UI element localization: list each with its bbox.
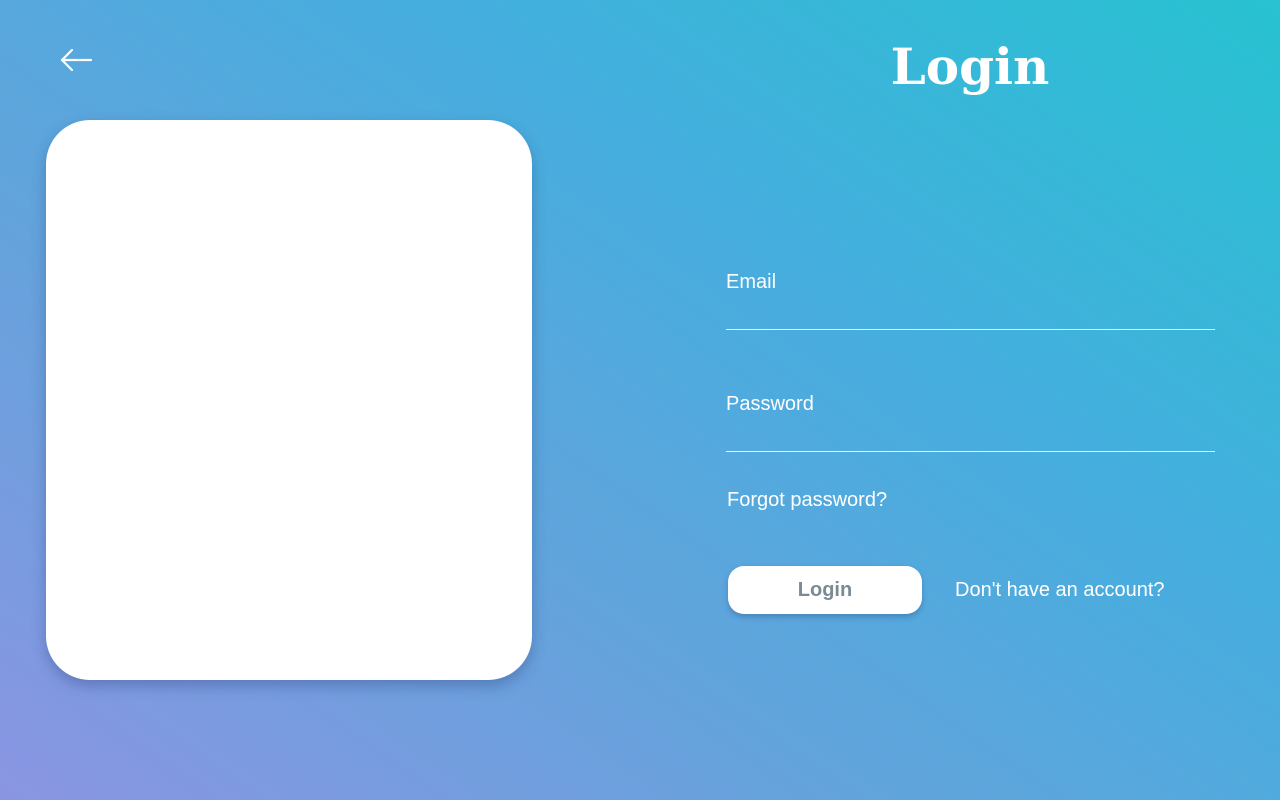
arrow-left-icon — [60, 48, 93, 72]
email-field-group: Email — [726, 268, 1215, 330]
login-button[interactable]: Login — [728, 566, 922, 614]
signup-link[interactable]: Don't have an account? — [955, 576, 1165, 604]
password-input[interactable] — [726, 418, 1215, 452]
illustration-card — [46, 120, 532, 680]
email-label: Email — [726, 271, 777, 293]
forgot-password-link[interactable]: Forgot password? — [727, 486, 887, 514]
page-title: Login — [890, 37, 1050, 96]
password-field-group: Password — [726, 390, 1215, 452]
back-button[interactable] — [56, 44, 96, 76]
email-input[interactable] — [726, 296, 1215, 330]
password-label: Password — [726, 393, 814, 415]
